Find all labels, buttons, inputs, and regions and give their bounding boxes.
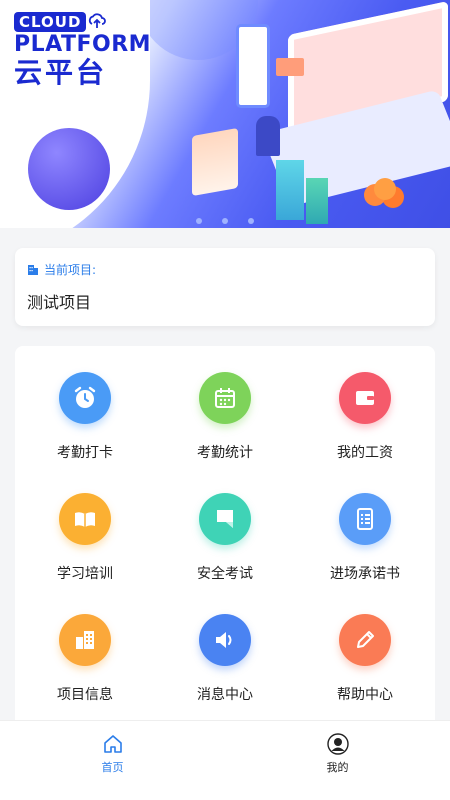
tab-mine[interactable]: 我的 <box>225 721 450 800</box>
speaker-icon <box>199 614 251 666</box>
user-avatar-icon <box>326 733 349 755</box>
bar-tower-illustration <box>306 178 328 224</box>
carousel-dot[interactable] <box>222 218 228 224</box>
buildings-icon <box>59 614 111 666</box>
current-project-name: 测试项目 <box>27 293 92 312</box>
menu-item-label: 安全考试 <box>197 566 253 582</box>
exam-paper-icon <box>199 493 251 545</box>
menu-item-label: 消息中心 <box>197 687 253 703</box>
current-project-label: 当前项目: <box>44 263 97 277</box>
current-project-card[interactable]: 当前项目: 测试项目 <box>15 248 435 326</box>
logo-chinese-text: 云平台 <box>14 56 108 89</box>
tab-home-label: 首页 <box>101 761 124 774</box>
alarm-clock-icon <box>59 372 111 424</box>
menu-message-center[interactable]: 消息中心 <box>155 614 295 716</box>
carousel-indicator[interactable] <box>196 218 254 224</box>
tab-mine-label: 我的 <box>326 761 349 774</box>
document-list-icon <box>339 493 391 545</box>
book-icon <box>59 493 111 545</box>
menu-item-label: 帮助中心 <box>337 687 393 703</box>
menu-item-label: 考勤打卡 <box>57 445 113 461</box>
server-stack-illustration <box>192 127 238 197</box>
logo-cloud-text: CLOUD <box>14 12 87 32</box>
menu-safety-exam[interactable]: 安全考试 <box>155 493 295 595</box>
menu-help-center[interactable]: 帮助中心 <box>295 614 435 716</box>
person-illustration <box>256 116 280 156</box>
function-menu: 考勤打卡 考勤统计 我的工资 学习培训 安全考试 进场承诺书 项目信息 消息中心… <box>15 346 435 726</box>
pencil-icon <box>339 614 391 666</box>
tab-home[interactable]: 首页 <box>0 721 225 800</box>
menu-item-label: 进场承诺书 <box>330 566 400 582</box>
carousel-dot[interactable] <box>248 218 254 224</box>
calendar-icon <box>199 372 251 424</box>
menu-learning-training[interactable]: 学习培训 <box>15 493 155 595</box>
menu-my-salary[interactable]: 我的工资 <box>295 372 435 474</box>
menu-entry-commitment[interactable]: 进场承诺书 <box>295 493 435 595</box>
menu-item-label: 我的工资 <box>337 445 393 461</box>
carousel-dot[interactable] <box>196 218 202 224</box>
menu-attendance-checkin[interactable]: 考勤打卡 <box>15 372 155 474</box>
menu-item-label: 项目信息 <box>57 687 113 703</box>
coins-illustration <box>374 178 396 200</box>
wallet-icon <box>339 372 391 424</box>
cloud-upload-icon <box>88 13 106 28</box>
app-logo: CLOUD PLATFORM 云平台 <box>14 12 151 89</box>
phone-illustration <box>236 24 270 108</box>
bottom-tab-bar: 首页 我的 <box>0 720 450 800</box>
menu-attendance-stats[interactable]: 考勤统计 <box>155 372 295 474</box>
menu-project-info[interactable]: 项目信息 <box>15 614 155 716</box>
home-icon <box>103 735 122 753</box>
menu-item-label: 学习培训 <box>57 566 113 582</box>
envelope-illustration <box>276 58 304 76</box>
current-project-label-row: 当前项目: <box>27 261 423 278</box>
menu-item-label: 考勤统计 <box>197 445 253 461</box>
decorative-circle <box>28 128 110 210</box>
banner-illustration: CLOUD PLATFORM 云平台 <box>0 0 450 228</box>
bar-tower-illustration <box>276 160 304 220</box>
building-icon <box>28 264 38 275</box>
logo-platform-text: PLATFORM <box>14 32 152 57</box>
